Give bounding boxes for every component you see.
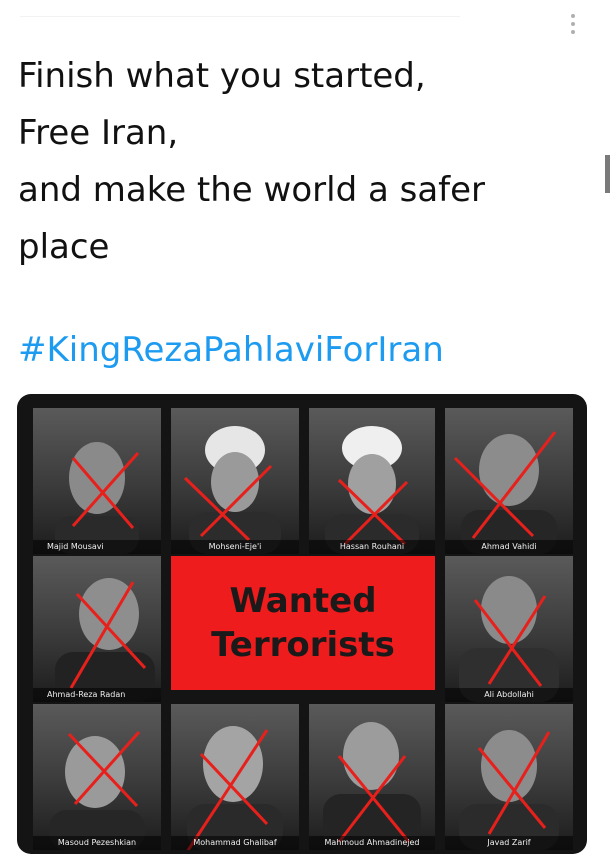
portrait-image (189, 426, 281, 554)
portrait-image (325, 426, 419, 554)
post-text-line: place (18, 227, 110, 267)
post-text-line: Finish what you started, (18, 56, 426, 96)
person-name-label: Mahmoud Ahmadinejed (309, 836, 435, 850)
person-tile: Ahmad-Reza Radan (33, 556, 161, 702)
header-divider (20, 16, 460, 17)
banner-line: Terrorists (211, 625, 395, 665)
person-tile: Ali Abdollahi (445, 556, 573, 702)
person-name-label: Mohseni-Eje'i (171, 540, 299, 554)
person-tile: Mohammad Ghalibaf (171, 704, 299, 850)
portrait-image (55, 578, 155, 702)
person-name-label: Ahmad Vahidi (445, 540, 573, 554)
banner-line: Wanted (229, 581, 377, 621)
portrait-image (461, 434, 557, 554)
scrollbar-thumb[interactable] (605, 155, 610, 193)
more-options-icon[interactable] (566, 8, 580, 40)
person-tile: Ahmad Vahidi (445, 408, 573, 554)
post-image[interactable]: Majid Mousavi Mohseni-Eje'i Hassan Rouha… (17, 394, 587, 854)
portrait-image (459, 730, 559, 850)
person-tile: Hassan Rouhani (309, 408, 435, 554)
person-name-label: Majid Mousavi (33, 540, 161, 554)
person-name-label: Masoud Pezeshkian (33, 836, 161, 850)
post-text: Finish what you started, Free Iran, and … (18, 48, 578, 276)
person-tile: Javad Zarif (445, 704, 573, 850)
person-name-label: Javad Zarif (445, 836, 573, 850)
wanted-terrorists-banner: Wanted Terrorists (171, 556, 435, 690)
portrait-image (49, 736, 145, 850)
portrait-image (323, 722, 421, 850)
person-tile: Mohseni-Eje'i (171, 408, 299, 554)
post-text-line: Free Iran, (18, 113, 179, 153)
post-text-line: and make the world a safer (18, 170, 486, 210)
portrait-image (459, 576, 559, 702)
person-name-label: Ali Abdollahi (445, 688, 573, 702)
person-tile: Mahmoud Ahmadinejed (309, 704, 435, 850)
person-name-label: Hassan Rouhani (309, 540, 435, 554)
hashtag-link[interactable]: #KingRezaPahlaviForIran (18, 330, 444, 370)
person-tile: Masoud Pezeshkian (33, 704, 161, 850)
portrait-image (55, 442, 139, 554)
portrait-image (187, 726, 283, 850)
person-name-label: Mohammad Ghalibaf (171, 836, 299, 850)
person-tile: Majid Mousavi (33, 408, 161, 554)
person-name-label: Ahmad-Reza Radan (33, 688, 161, 702)
